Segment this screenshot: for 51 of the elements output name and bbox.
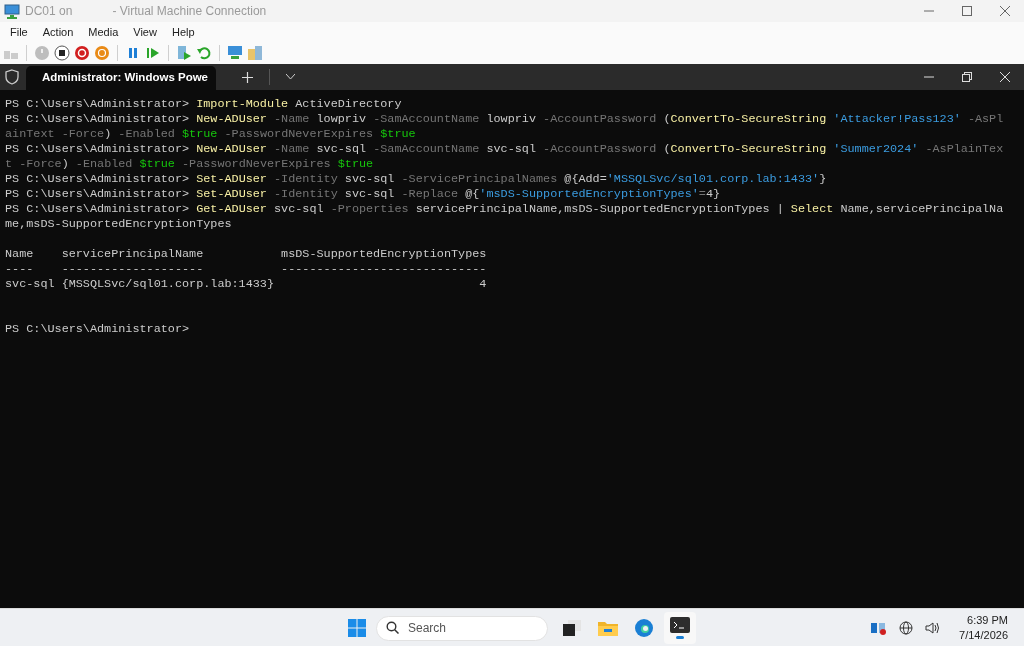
clock-date: 7/14/2026 [959,627,1008,643]
menu-item[interactable]: File [3,23,35,41]
terminal-line: Name servicePrincipalName msDS-SupportedEncryptionTypes [5,247,487,262]
tab-title: Administrator: Windows Powe [42,70,208,86]
terminal-tab[interactable]: Administrator: Windows Powe [26,66,216,90]
terminal-line: PS C:\Users\Administrator> Import-Module ActiveDirectory [5,97,402,112]
speaker-icon[interactable] [925,620,942,635]
resume-icon[interactable] [145,45,161,61]
windows-logo-icon [348,618,366,637]
folder-icon [598,619,618,636]
browser-icon [634,617,654,638]
monitor-icon[interactable] [227,45,243,61]
restore-icon [962,72,972,82]
monitor-icon [4,3,20,19]
terminal-line: PS C:\Users\Administrator> New-ADUser -Name lowpriv -SamAccountName lowpriv -AccountPassword (ConvertTo-SecureString 'Attacker!Pass123' -AsPl [5,112,1004,127]
network-icon[interactable] [871,620,888,635]
checkpoint-icon[interactable] [176,45,192,61]
close-icon [1000,6,1010,16]
terminal-line: me,msDS-SupportedEncryptionTypes [5,217,232,232]
search-icon [386,621,399,634]
menu-item[interactable]: Media [81,23,126,41]
terminal-icon [670,616,690,633]
save-icon[interactable] [94,45,110,61]
clock-time: 6:39 PM [967,612,1008,628]
window-title: DC01 on [25,3,73,20]
terminal-line: PS C:\Users\Administrator> Set-ADUser -Identity svc-sql -Replace @{'msDS-SupportedEncryptionTypes'=4} [5,187,721,202]
revert-icon[interactable] [196,45,212,61]
terminal-line: ---- -------------------- ----------------------------- [5,262,487,277]
maximize-icon [962,6,972,16]
task-view-icon [563,619,581,636]
terminal-line: ainText -Force) -Enabled $true -PasswordNeverExpires $true [5,127,416,142]
window-title: - Virtual Machine Connection [112,3,267,20]
terminal-line: PS C:\Users\Administrator> New-ADUser -Name svc-sql -SamAccountName svc-sql -AccountPassword (ConvertTo-SecureString 'Summer2024' -AsPlainTex [5,142,1004,157]
terminal-button[interactable] [664,611,696,644]
close-icon [1000,72,1010,82]
folder-icon[interactable] [247,45,263,61]
new-tab-icon[interactable] [242,71,253,83]
terminal-line: t -Force) -Enabled $true -PasswordNeverExpires $true [5,157,374,172]
terminal-line: PS C:\Users\Administrator> Set-ADUser -Identity svc-sql -ServicePrincipalNames @{Add='MSSQLSvc/sql01.corp.lab:1433'} [5,172,827,187]
globe-icon[interactable] [899,620,914,635]
terminal-line: svc-sql {MSSQLSvc/sql01.corp.lab:1433} 4 [5,277,487,292]
menu-item[interactable]: Action [35,23,81,41]
shield-icon [5,69,19,85]
stop-icon[interactable] [54,45,70,61]
dropdown-icon[interactable] [286,74,295,80]
menu-item[interactable]: View [126,23,164,41]
shutdown-icon[interactable] [74,45,90,61]
terminal-line: PS C:\Users\Administrator> [5,322,190,337]
menu-item[interactable]: Help [164,23,202,41]
search-field[interactable]: Search [376,615,548,641]
terminal-line: PS C:\Users\Administrator> Get-ADUser svc-sql -Properties servicePrincipalName,msDS-SupportedEncryptionTypes | Select Name,servicePrincipalNa [5,202,1004,217]
